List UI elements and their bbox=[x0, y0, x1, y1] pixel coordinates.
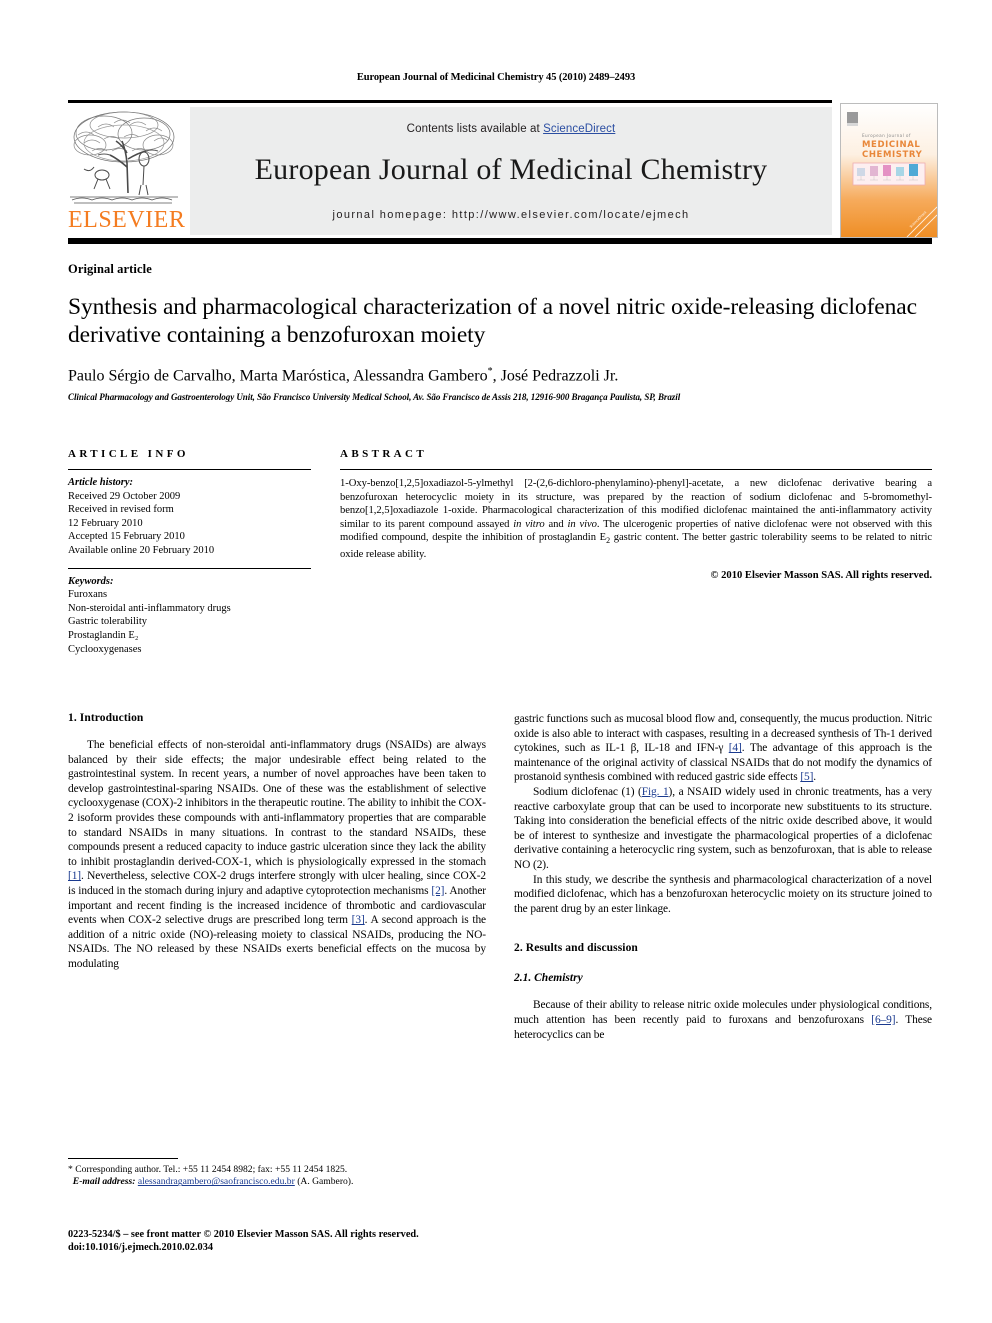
citation-ref-4[interactable]: [4] bbox=[729, 742, 742, 754]
email-suffix: (A. Gambero). bbox=[294, 1176, 354, 1188]
running-head: European Journal of Medicinal Chemistry … bbox=[356, 72, 636, 83]
doi-line: doi:10.1016/j.ejmech.2010.02.034 bbox=[68, 1242, 213, 1254]
journal-article-page: European Journal of Medicinal Chemistry … bbox=[0, 0, 992, 1323]
author-list: Paulo Sérgio de Carvalho, Marta Maróstic… bbox=[68, 366, 932, 385]
history-item: Accepted 15 February 2010 bbox=[68, 531, 185, 543]
email-link[interactable]: alessandragambero@saofrancisco.edu.br bbox=[138, 1176, 295, 1187]
keyword-item: Furoxans bbox=[68, 589, 108, 601]
journal-masthead: ELSEVIER Contents lists available at Sci… bbox=[68, 100, 938, 244]
subsection-heading-chemistry: 2.1. Chemistry bbox=[514, 972, 583, 985]
front-matter-line: 0223-5234/$ – see front matter © 2010 El… bbox=[68, 1229, 419, 1240]
history-item: 12 February 2010 bbox=[68, 517, 143, 529]
keyword-item: Cyclooxygenases bbox=[68, 643, 142, 655]
article-history-label: Article history: bbox=[68, 477, 134, 488]
sciencedirect-link[interactable]: ScienceDirect bbox=[543, 123, 615, 135]
svg-text:MEDICINAL: MEDICINAL bbox=[862, 140, 920, 150]
intro-p2-a: Sodium diclofenac (1) ( bbox=[533, 785, 642, 798]
keyword-item: Prostaglandin E₂ bbox=[68, 629, 139, 641]
intro-paragraph-2: Sodium diclofenac (1) (Fig. 1), a NSAID … bbox=[514, 785, 932, 873]
corresponding-author-text: * Corresponding author. Tel.: +55 11 245… bbox=[68, 1164, 348, 1175]
intro-text-f: . bbox=[813, 771, 817, 784]
footnote-rule bbox=[68, 1158, 178, 1159]
journal-homepage-line[interactable]: journal homepage: http://www.elsevier.co… bbox=[190, 209, 832, 221]
article-type-kicker: Original article bbox=[68, 262, 152, 276]
page-title: Synthesis and pharmacological characteri… bbox=[68, 294, 917, 348]
chemistry-paragraph-1: Because of their ability to release nitr… bbox=[514, 998, 932, 1042]
figure-ref-fig1[interactable]: Fig. 1 bbox=[642, 786, 669, 798]
contents-lists-label: Contents lists available at bbox=[406, 123, 544, 135]
chem-text-a: Because of their ability to release nitr… bbox=[514, 999, 932, 1026]
abstract-column: ABSTRACT 1-Oxy-benzo[1,2,5]oxadiazol-5-y… bbox=[340, 448, 932, 656]
article-info-divider bbox=[68, 469, 311, 470]
body-column-right: gastric functions such as mucosal blood … bbox=[514, 712, 932, 1042]
history-item: Received in revised form bbox=[68, 504, 174, 516]
abstract-italic-in-vivo: in vivo bbox=[567, 518, 597, 530]
keywords-divider bbox=[68, 567, 311, 569]
corresponding-author-note: * Corresponding author. Tel.: +55 11 245… bbox=[68, 1164, 486, 1189]
abstract-divider bbox=[340, 469, 932, 470]
section-heading-introduction: 1. Introduction bbox=[68, 712, 144, 724]
journal-cover-thumbnail: European Journal of MEDICINAL CHEMISTRY bbox=[840, 103, 938, 238]
intro-paragraph-1: The beneficial effects of non-steroidal … bbox=[68, 738, 486, 972]
article-body: 1. Introduction The beneficial effects o… bbox=[68, 712, 932, 1042]
citation-ref-6-9[interactable]: [6–9] bbox=[871, 1014, 895, 1026]
elsevier-tree-icon bbox=[68, 107, 180, 207]
intro-paragraph-1-continued: gastric functions such as mucosal blood … bbox=[514, 712, 932, 785]
title-block: Original article Synthesis and pharmacol… bbox=[68, 262, 932, 402]
svg-text:European Journal of: European Journal of bbox=[862, 133, 911, 138]
keywords-block: Keywords: Furoxans Non-steroidal anti-in… bbox=[68, 575, 311, 657]
citation-ref-2[interactable]: [2] bbox=[431, 885, 444, 897]
footnote-block: * Corresponding author. Tel.: +55 11 245… bbox=[68, 1158, 486, 1189]
masthead-body: ELSEVIER Contents lists available at Sci… bbox=[68, 103, 938, 238]
body-column-left: 1. Introduction The beneficial effects o… bbox=[68, 712, 486, 1042]
article-info-heading: ARTICLE INFO bbox=[68, 448, 189, 460]
intro-text-b: . Nevertheless, selective COX-2 drugs in… bbox=[68, 870, 486, 897]
abstract-italic-in-vitro: in vitro bbox=[513, 518, 545, 530]
author-names: Paulo Sérgio de Carvalho, Marta Maróstic… bbox=[68, 367, 488, 385]
svg-text:CHEMISTRY: CHEMISTRY bbox=[862, 150, 923, 160]
masthead-bottom-rule bbox=[68, 238, 932, 244]
citation-ref-1[interactable]: [1] bbox=[68, 870, 81, 882]
keyword-item: Gastric tolerability bbox=[68, 616, 148, 628]
info-abstract-block: ARTICLE INFO Article history: Received 2… bbox=[68, 448, 932, 656]
history-item: Available online 20 February 2010 bbox=[68, 544, 215, 556]
article-info-column: ARTICLE INFO Article history: Received 2… bbox=[68, 448, 311, 656]
elsevier-wordmark: ELSEVIER bbox=[68, 207, 186, 233]
citation-ref-3[interactable]: [3] bbox=[352, 914, 365, 926]
citation-ref-5[interactable]: [5] bbox=[800, 771, 813, 783]
article-history: Article history: Received 29 October 200… bbox=[68, 476, 311, 558]
history-item: Received 29 October 2009 bbox=[68, 490, 181, 502]
abstract-heading: ABSTRACT bbox=[340, 448, 428, 460]
abstract-text: 1-Oxy-benzo[1,2,5]oxadiazol-5-ylmethyl [… bbox=[340, 477, 932, 562]
keyword-item: Non-steroidal anti-inflammatory drugs bbox=[68, 602, 231, 614]
section-heading-results: 2. Results and discussion bbox=[514, 942, 638, 955]
elsevier-logo: ELSEVIER bbox=[68, 107, 186, 235]
contents-lists-line: Contents lists available at ScienceDirec… bbox=[190, 107, 832, 135]
colophon-block: 0223-5234/$ – see front matter © 2010 El… bbox=[68, 1228, 498, 1255]
intro-text-a: The beneficial effects of non-steroidal … bbox=[68, 739, 486, 868]
journal-title: European Journal of Medicinal Chemistry bbox=[254, 153, 768, 186]
keywords-label: Keywords: bbox=[68, 575, 114, 587]
intro-p2-b: ), a NSAID widely used in chronic treatm… bbox=[514, 785, 932, 871]
copyright-line: © 2010 Elsevier Masson SAS. All rights r… bbox=[710, 569, 932, 581]
intro-paragraph-3: In this study, we describe the synthesis… bbox=[514, 873, 932, 915]
masthead-band: Contents lists available at ScienceDirec… bbox=[190, 107, 832, 235]
author-names-tail: , José Pedrazzoli Jr. bbox=[492, 367, 619, 385]
email-address-label: E-mail address: bbox=[72, 1176, 136, 1188]
abstract-mid: and bbox=[544, 518, 568, 530]
affiliation: Clinical Pharmacology and Gastroenterolo… bbox=[68, 392, 681, 403]
